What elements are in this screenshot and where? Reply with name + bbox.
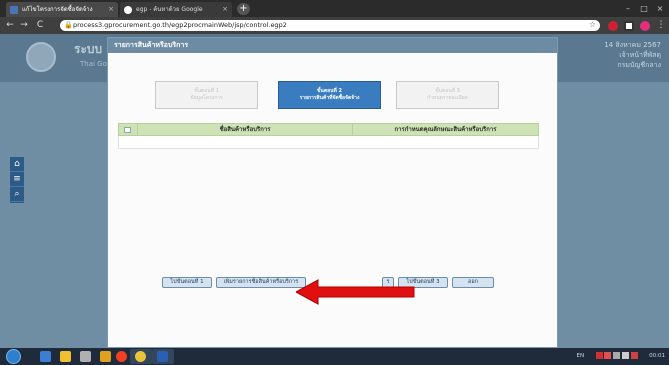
start-button[interactable] xyxy=(6,349,21,364)
google-favicon-icon xyxy=(124,6,132,14)
system-tray: EN 00:01 xyxy=(577,348,665,365)
address-bar[interactable]: 🔒 process3.gprocurement.go.th/egp2procma… xyxy=(60,20,600,31)
header-agency: กรมบัญชีกลาง xyxy=(617,61,661,69)
step-label: ขั้นตอนที่ 2 xyxy=(316,88,343,94)
government-seal-logo xyxy=(26,42,56,72)
antivirus-icon[interactable] xyxy=(595,352,603,359)
step-description: กำหนดรายละเอียด xyxy=(427,95,468,101)
home-icon[interactable]: ⌂ xyxy=(10,157,24,172)
close-tab-icon[interactable]: × xyxy=(108,2,114,17)
page-background: ระบบ Thai Go 14 สิงหาคม 2567 เจ้าหน้าที่… xyxy=(0,34,669,348)
maximize-icon[interactable]: □ xyxy=(636,0,652,17)
minimize-icon[interactable]: – xyxy=(620,0,636,17)
extension-icon[interactable] xyxy=(608,21,618,31)
extension-icon[interactable] xyxy=(624,21,634,31)
table-row-empty xyxy=(118,136,539,149)
close-window-icon[interactable]: × xyxy=(652,0,668,17)
volume-icon[interactable] xyxy=(621,352,629,359)
column-header-specification: การกำหนดคุณลักษณะสินค้าหรือบริการ xyxy=(352,124,538,135)
step-description: ข้อมูลโครงการ xyxy=(190,95,223,101)
site-favicon-icon xyxy=(10,6,18,14)
app-icon[interactable] xyxy=(100,351,111,362)
firefox-icon[interactable] xyxy=(116,351,127,362)
new-tab-button[interactable]: + xyxy=(237,3,250,15)
tab-title: egp - ค้นหาด้วย Google xyxy=(136,6,203,13)
file-explorer-icon[interactable] xyxy=(60,351,71,362)
profile-avatar-icon[interactable] xyxy=(640,21,650,31)
select-all-checkbox[interactable] xyxy=(124,127,131,133)
browser-toolbar: ← → C 🔒 process3.gprocurement.go.th/egp2… xyxy=(0,17,669,34)
search-icon[interactable]: ⌕ xyxy=(10,187,24,202)
forward-button[interactable]: → xyxy=(18,17,30,34)
red-arrow-annotation xyxy=(296,279,415,305)
tab-egp-project[interactable]: แก้ไขโครงการจัดซื้อจัดจ้าง × xyxy=(6,2,118,17)
step-label: ขั้นตอนที่ 3 xyxy=(435,88,460,94)
site-subtitle: Thai Go xyxy=(80,60,107,68)
chrome-icon xyxy=(135,351,146,362)
step-2-tab[interactable]: ขั้นตอนที่ 2 รายการสินค้าที่จัดซื้อจัดจ้… xyxy=(278,81,381,109)
step-3-tab[interactable]: ขั้นตอนที่ 3 กำหนดรายละเอียด xyxy=(396,81,499,109)
close-tab-icon[interactable]: × xyxy=(222,2,228,17)
exit-button[interactable]: ออก xyxy=(452,277,494,288)
clock[interactable]: 00:01 xyxy=(649,353,665,359)
media-player-icon[interactable] xyxy=(80,351,91,362)
bookmark-star-icon[interactable]: ☆ xyxy=(589,20,596,29)
word-icon xyxy=(157,351,168,362)
reload-button[interactable]: C xyxy=(34,17,46,34)
lock-icon: 🔒 xyxy=(64,21,73,29)
word-taskbar-item[interactable] xyxy=(152,349,174,364)
chrome-taskbar-item[interactable] xyxy=(130,349,152,364)
table-header: ชื่อสินค้าหรือบริการ การกำหนดคุณลักษณะสิ… xyxy=(118,123,539,136)
add-item-button[interactable]: เพิ่มรายการชื่อสินค้าหรือบริการ xyxy=(216,277,306,288)
tab-title: แก้ไขโครงการจัดซื้อจัดจ้าง xyxy=(22,6,93,13)
step-1-tab[interactable]: ขั้นตอนที่ 1 ข้อมูลโครงการ xyxy=(155,81,258,109)
back-button[interactable]: ← xyxy=(4,17,16,34)
network-icon[interactable] xyxy=(613,352,621,359)
language-indicator[interactable]: EN xyxy=(577,353,585,359)
dialog-title: รายการสินค้าหรือบริการ xyxy=(108,38,557,53)
tab-google-search[interactable]: egp - ค้นหาด้วย Google × xyxy=(120,2,232,17)
menu-icon[interactable]: ≡ xyxy=(10,172,24,187)
go-to-step-1-button[interactable]: ไปขั้นตอนที่ 1 xyxy=(162,277,212,288)
site-title: ระบบ xyxy=(74,42,103,56)
column-header-item-name: ชื่อสินค้าหรือบริการ xyxy=(137,124,352,135)
side-toolbar: ⌂ ≡ ⌕ xyxy=(10,157,24,203)
os-taskbar: EN 00:01 xyxy=(0,348,669,365)
step-label: ขั้นตอนที่ 1 xyxy=(194,88,219,94)
internet-explorer-icon[interactable] xyxy=(40,351,51,362)
items-table: ชื่อสินค้าหรือบริการ การกำหนดคุณลักษณะสิ… xyxy=(118,123,539,149)
browser-menu-icon[interactable]: ⋮ xyxy=(655,17,667,34)
step-description: รายการสินค้าที่จัดซื้อจัดจ้าง xyxy=(299,95,360,101)
url-text: process3.gprocurement.go.th/egp2procmain… xyxy=(73,21,287,29)
browser-tab-bar: แก้ไขโครงการจัดซื้อจัดจ้าง × egp - ค้นหา… xyxy=(0,0,669,17)
flag-icon[interactable] xyxy=(630,352,638,359)
notification-icon[interactable] xyxy=(604,352,612,359)
